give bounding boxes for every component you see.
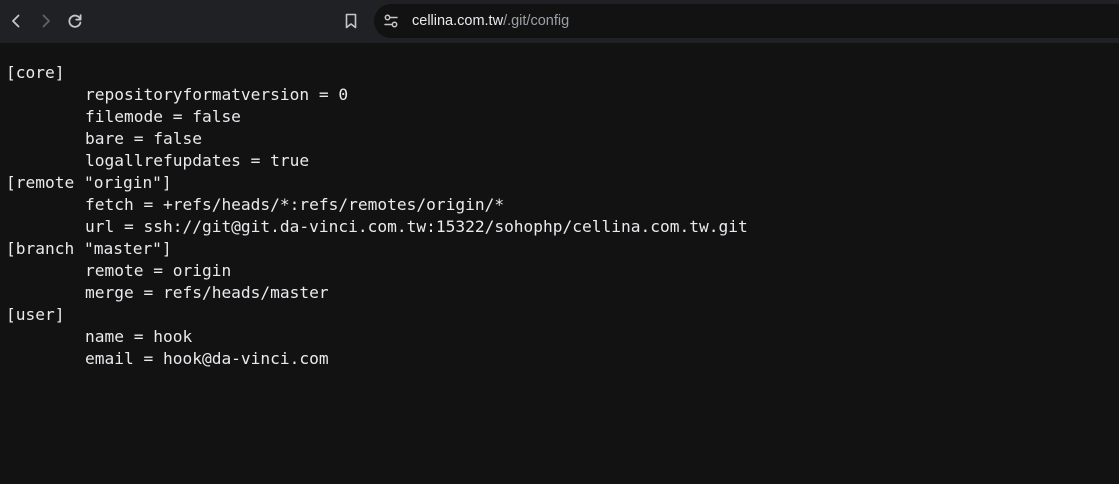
reload-icon[interactable]	[63, 9, 87, 33]
config-entry: merge = refs/heads/master	[6, 282, 748, 304]
browser-toolbar: cellina.com.tw/.git/config	[0, 0, 1119, 43]
config-entry: bare = false	[6, 128, 748, 150]
config-line-text: bare = false	[85, 129, 202, 148]
config-line-text: repositoryformatversion = 0	[85, 85, 349, 104]
config-entry: fetch = +refs/heads/*:refs/remotes/origi…	[6, 194, 748, 216]
config-section-header: [branch "master"]	[6, 238, 748, 260]
page-content: [core] repositoryformatversion = 0 filemod…	[0, 43, 1119, 484]
url-host: cellina.com.tw	[412, 13, 504, 29]
config-line-text: logallrefupdates = true	[85, 151, 310, 170]
config-line-text: [branch "master"]	[6, 239, 172, 258]
config-entry: logallrefupdates = true	[6, 150, 748, 172]
config-entry: name = hook	[6, 326, 748, 348]
config-line-text: remote = origin	[85, 261, 232, 280]
config-line-text: merge = refs/heads/master	[85, 283, 329, 302]
forward-arrow-icon[interactable]	[34, 9, 58, 33]
url-text[interactable]: cellina.com.tw/.git/config	[412, 4, 569, 38]
config-entry: url = ssh://git@git.da-vinci.com.tw:1532…	[6, 216, 748, 238]
config-line-text: email = hook@da-vinci.com	[85, 349, 329, 368]
config-entry: email = hook@da-vinci.com	[6, 348, 748, 370]
config-line-text: [user]	[6, 305, 65, 324]
back-arrow-icon[interactable]	[4, 9, 28, 33]
config-line-text: filemode = false	[85, 107, 241, 126]
git-config-text: [core] repositoryformatversion = 0 filemod…	[6, 62, 748, 370]
config-line-text: fetch = +refs/heads/*:refs/remotes/origi…	[85, 195, 505, 214]
address-bar[interactable]: cellina.com.tw/.git/config	[374, 4, 1119, 38]
config-line-text: [remote "origin"]	[6, 173, 172, 192]
config-line-text: [core]	[6, 63, 65, 82]
config-entry: repositoryformatversion = 0	[6, 84, 748, 106]
config-section-header: [remote "origin"]	[6, 172, 748, 194]
config-section-header: [user]	[6, 304, 748, 326]
config-entry: filemode = false	[6, 106, 748, 128]
bookmark-icon[interactable]	[339, 9, 363, 33]
config-section-header: [core]	[6, 62, 748, 84]
config-line-text: url = ssh://git@git.da-vinci.com.tw:1532…	[85, 217, 748, 236]
site-info-icon[interactable]	[379, 9, 403, 33]
url-path: /.git/config	[503, 13, 570, 29]
config-entry: remote = origin	[6, 260, 748, 282]
config-line-text: name = hook	[85, 327, 193, 346]
